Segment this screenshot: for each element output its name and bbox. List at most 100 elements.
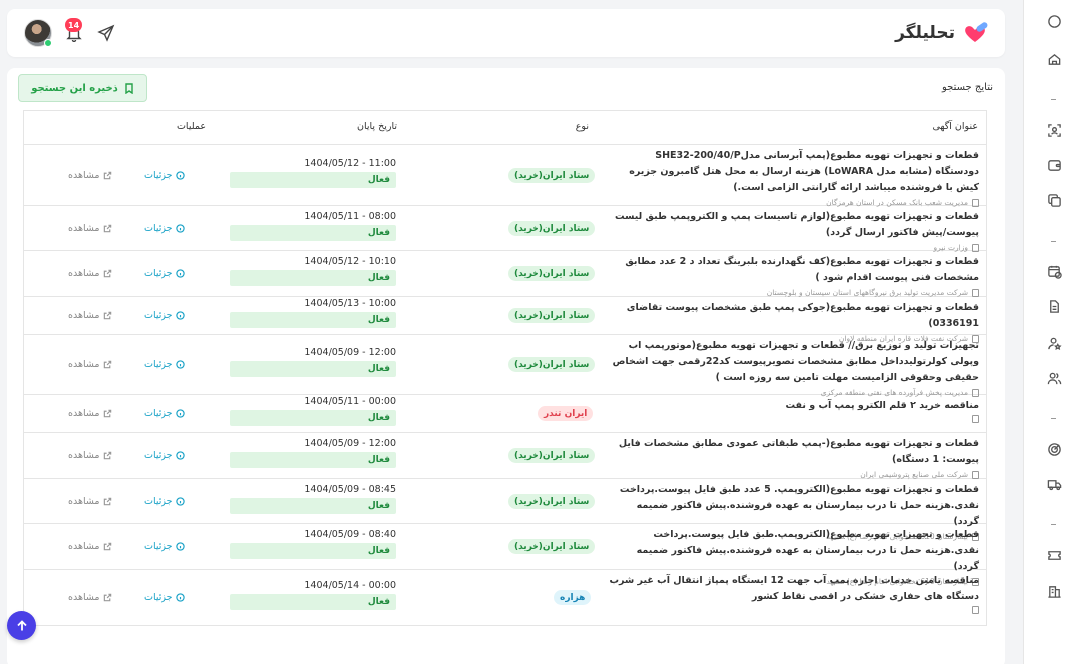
info-icon [176, 409, 186, 418]
org-building-icon [972, 606, 979, 614]
sidebar-divider [1051, 99, 1056, 100]
row-details-link[interactable]: جزئیات [144, 359, 186, 370]
row-view-link[interactable]: مشاهده [68, 496, 112, 507]
wallet-icon[interactable] [1046, 157, 1062, 173]
info-icon [176, 593, 186, 602]
truck-icon[interactable] [1046, 476, 1062, 492]
external-link-icon [104, 171, 112, 180]
row-end-date: 1404/05/14 - 00:00 [304, 580, 396, 591]
row-end-date: 1404/05/12 - 10:10 [304, 256, 396, 267]
row-view-link[interactable]: مشاهده [68, 541, 112, 552]
info-icon [176, 224, 186, 233]
sidebar-divider [1051, 418, 1056, 419]
row-org [609, 606, 979, 614]
row-type-badge: ستاد ایران(خرید) [508, 448, 596, 463]
table-row[interactable]: مناقصه تامین خدمات اجاره پمپ آب جهت 12 ا… [24, 570, 986, 626]
row-details-link[interactable]: جزئیات [144, 170, 186, 181]
row-view-link[interactable]: مشاهده [68, 592, 112, 603]
heart-logo-icon [961, 21, 989, 45]
row-details-link[interactable]: جزئیات [144, 496, 186, 507]
table-row[interactable]: قطعات و تجهیزات تهویه مطبوع(الکتروپمپ.طب… [24, 524, 986, 586]
table-row[interactable]: قطعات و تجهیزات تهویه مطبوع(کف نگهدارنده… [24, 251, 986, 297]
row-type-badge: ستاد ایران(خرید) [508, 494, 596, 509]
table-row[interactable]: مناقصه خرید ۲ قلم الکترو پمپ آب و نفت ایر… [24, 395, 986, 433]
building-icon[interactable] [1046, 583, 1062, 599]
row-details-link[interactable]: جزئیات [144, 592, 186, 603]
row-view-link[interactable]: مشاهده [68, 268, 112, 279]
row-details-link[interactable]: جزئیات [144, 268, 186, 279]
row-title[interactable]: مناقصه تامین خدمات اجاره پمپ آب جهت 12 ا… [609, 573, 979, 614]
users-icon[interactable] [1046, 370, 1062, 386]
row-view-link[interactable]: مشاهده [68, 223, 112, 234]
row-status-badge: فعال [230, 225, 396, 241]
row-title[interactable]: مناقصه خرید ۲ قلم الکترو پمپ آب و نفت [609, 398, 979, 423]
send-icon[interactable] [97, 24, 115, 42]
row-title[interactable]: قطعات و تجهیزات تهویه مطبوع(لوازم تاسیسا… [609, 209, 979, 254]
scroll-to-top-button[interactable] [7, 611, 36, 640]
row-status-badge: فعال [230, 543, 396, 559]
online-status-dot [44, 39, 52, 47]
row-type-badge: ستاد ایران(خرید) [508, 308, 596, 323]
row-view-link[interactable]: مشاهده [68, 408, 112, 419]
row-end-date: 1404/05/09 - 12:00 [304, 347, 396, 358]
row-details-link[interactable]: جزئیات [144, 310, 186, 321]
app-logo[interactable]: تحلیلگر [895, 21, 989, 45]
ticket-icon[interactable] [1046, 547, 1062, 563]
row-details-link[interactable]: جزئیات [144, 408, 186, 419]
info-icon [176, 269, 186, 278]
row-view-link[interactable]: مشاهده [68, 359, 112, 370]
circle-icon[interactable] [1046, 13, 1062, 29]
row-view-link[interactable]: مشاهده [68, 170, 112, 181]
table-row[interactable]: قطعات و تجهیزات تهویه مطبوع(-پمپ طبقاتی … [24, 433, 986, 479]
row-details-link[interactable]: جزئیات [144, 450, 186, 461]
row-view-link[interactable]: مشاهده [68, 450, 112, 461]
row-status-badge: فعال [230, 270, 396, 286]
external-link-icon [104, 360, 112, 369]
notification-count-badge: 14 [65, 18, 83, 32]
row-end-date: 1404/05/12 - 11:00 [304, 158, 396, 169]
bookmark-icon [125, 82, 133, 94]
row-status-badge: فعال [230, 172, 396, 188]
right-sidebar [1023, 0, 1082, 664]
org-building-icon [972, 471, 979, 479]
external-link-icon [104, 224, 112, 233]
table-row[interactable]: قطعات و تجهیزات تهویه مطبوع(لوازم تاسیسا… [24, 206, 986, 254]
info-icon [176, 311, 186, 320]
user-star-icon[interactable] [1046, 335, 1062, 351]
row-end-date: 1404/05/11 - 00:00 [304, 396, 396, 407]
calendar-clock-icon[interactable] [1046, 263, 1062, 279]
row-title[interactable]: قطعات و تجهیزات تهویه مطبوع(پمپ آبرسانی … [609, 148, 979, 209]
row-type-badge: ستاد ایران(خرید) [508, 266, 596, 281]
header-end-date: تاریخ پایان [357, 121, 397, 132]
row-title[interactable]: قطعات و تجهیزات تهویه مطبوع(-پمپ طبقاتی … [609, 436, 979, 481]
row-status-badge: فعال [230, 410, 396, 426]
row-title[interactable]: تجهیزات تولید و توزیع برق// قطعات و تجهی… [609, 338, 979, 399]
row-status-badge: فعال [230, 594, 396, 610]
info-icon [176, 171, 186, 180]
copy-icon[interactable] [1046, 192, 1062, 208]
sidebar-divider [1051, 241, 1056, 242]
table-row[interactable]: قطعات و تجهیزات تهویه مطبوع(جوکی پمپ طبق… [24, 297, 986, 343]
document-icon[interactable] [1046, 298, 1062, 314]
row-title[interactable]: قطعات و تجهیزات تهویه مطبوع(کف نگهدارنده… [609, 254, 979, 299]
home-icon[interactable] [1046, 51, 1062, 67]
table-row[interactable]: تجهیزات تولید و توزیع برق// قطعات و تجهی… [24, 335, 986, 397]
row-end-date: 1404/05/09 - 08:40 [304, 529, 396, 540]
save-search-button[interactable]: ذخیره این جستجو [18, 74, 147, 102]
scan-user-icon[interactable] [1046, 122, 1062, 138]
row-end-date: 1404/05/11 - 08:00 [304, 211, 396, 222]
row-view-link[interactable]: مشاهده [68, 310, 112, 321]
info-icon [176, 451, 186, 460]
header-type: نوع [575, 121, 589, 132]
row-type-badge: ستاد ایران(خرید) [508, 357, 596, 372]
top-header: تحلیلگر 14 [7, 9, 1005, 57]
row-details-link[interactable]: جزئیات [144, 223, 186, 234]
target-icon[interactable] [1046, 441, 1062, 457]
table-row[interactable]: قطعات و تجهیزات تهویه مطبوع(پمپ آبرسانی … [24, 145, 986, 209]
row-details-link[interactable]: جزئیات [144, 541, 186, 552]
row-type-badge: هزاره [554, 590, 592, 605]
sidebar-divider [1051, 524, 1056, 525]
row-type-badge: ستاد ایران(خرید) [508, 221, 596, 236]
table-row[interactable]: قطعات و تجهیزات تهویه مطبوع(الکتروپمپ. 5… [24, 479, 986, 541]
row-status-badge: فعال [230, 452, 396, 468]
